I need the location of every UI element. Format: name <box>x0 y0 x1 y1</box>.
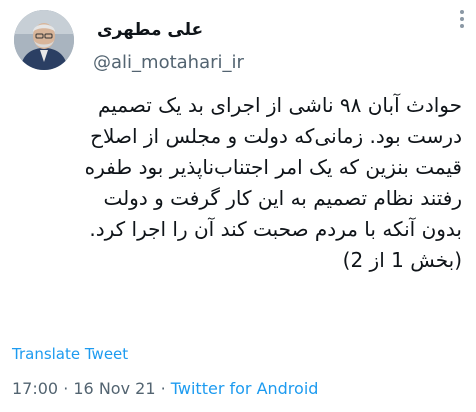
tweet-line: (بخش 1 از 2) <box>342 248 462 272</box>
translate-tweet-link[interactable]: Translate Tweet <box>12 345 128 363</box>
tweet-text: حوادث آبان ۹۸ ناشی از اجرای بد یک تصمیم … <box>16 90 462 276</box>
tweet-line: بدون آنکه با مردم صحبت کند آن را اجرا کر… <box>89 217 462 241</box>
tweet-line: رفتند نظام تصمیم به این کار گرفت و دولت <box>103 186 462 210</box>
avatar[interactable] <box>14 10 74 70</box>
more-options-button[interactable] <box>458 10 466 28</box>
tweet-meta: 17:00 · 16 Nov 21 · Twitter for Android <box>12 379 318 398</box>
tweet-line: درست بود. زمانی‌که دولت و مجلس از اصلاح <box>90 124 462 148</box>
tweet-source[interactable]: Twitter for Android <box>171 379 319 398</box>
tweet-time[interactable]: 17:00 <box>12 379 58 398</box>
user-handle[interactable]: @ali_motahari_ir <box>93 52 244 73</box>
meta-separator: · <box>155 379 171 398</box>
more-vertical-icon <box>460 10 464 14</box>
tweet-date[interactable]: 16 Nov 21 <box>73 379 155 398</box>
tweet-card: علی مطهری @ali_motahari_ir حوادث آبان ۹۸… <box>0 0 476 412</box>
tweet-line: حوادث آبان ۹۸ ناشی از اجرای بد یک تصمیم <box>97 93 462 117</box>
meta-separator: · <box>58 379 74 398</box>
display-name[interactable]: علی مطهری <box>97 20 203 40</box>
tweet-line: قیمت بنزین که یک امر اجتناب‌ناپذیر بود ط… <box>84 155 462 179</box>
